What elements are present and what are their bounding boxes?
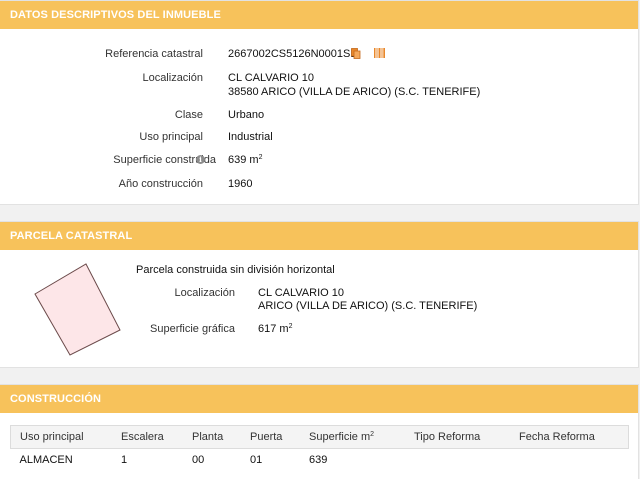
parcela-title: Parcela construida sin división horizont… [136, 264, 335, 276]
copy-icon[interactable] [351, 48, 361, 59]
cell-fecha-reforma [510, 449, 629, 472]
cell-superficie: 639 [309, 454, 328, 466]
col-superficie-unit: 2 [370, 431, 375, 438]
datos-descriptivos-panel: DATOS DESCRIPTIVOS DEL INMUEBLE Referenc… [0, 0, 639, 205]
superficie-construida-number: 639 m [228, 154, 259, 166]
clase-label: Clase [174, 109, 203, 121]
cell-planta: 00 [192, 454, 205, 466]
col-escalera: Escalera [112, 425, 183, 449]
superficie-grafica-label: Superficie gráfica [150, 323, 235, 335]
uso-principal-value: Industrial [228, 131, 273, 143]
construccion-header-row: Uso principal Escalera Planta Puerta Sup… [10, 425, 629, 449]
referencia-label: Referencia catastral [105, 48, 203, 60]
parcela-catastral-header: PARCELA CATASTRAL [0, 222, 638, 250]
barcode-icon[interactable] [374, 48, 385, 58]
table-row: ALMACEN 1 00 01 639 [11, 449, 629, 472]
col-tipo-reforma: Tipo Reforma [405, 425, 510, 449]
construccion-panel: CONSTRUCCIÓN Uso principal Escalera Plan… [0, 384, 639, 479]
superficie-grafica-unit: 2 [288, 323, 293, 330]
superficie-construida-unit: 2 [258, 154, 263, 161]
col-fecha-reforma: Fecha Reforma [510, 425, 629, 449]
cell-tipo-reforma [405, 449, 510, 472]
anio-construccion-label: Año construcción [118, 178, 203, 190]
parcela-localizacion-line1: CL CALVARIO 10 [258, 287, 344, 299]
clase-value: Urbano [228, 109, 265, 121]
localizacion-line1: CL CALVARIO 10 [228, 72, 314, 84]
localizacion-line2: 38580 ARICO (VILLA DE ARICO) (S.C. TENER… [228, 86, 481, 98]
col-uso-principal: Uso principal [10, 425, 112, 449]
anio-construccion-value: 1960 [228, 178, 253, 190]
col-superficie: Superficie m2 [300, 425, 405, 449]
cell-escalera: 1 [121, 454, 128, 466]
cell-puerta: 01 [250, 454, 263, 466]
localizacion-label: Localización [142, 72, 203, 84]
parcela-localizacion-label: Localización [174, 287, 235, 299]
referencia-value: 2667002CS5126N0001SB [228, 48, 358, 60]
construccion-table: Uso principal Escalera Planta Puerta Sup… [10, 425, 629, 471]
col-puerta: Puerta [241, 425, 300, 449]
parcel-shape [34, 263, 121, 356]
col-superficie-text: Superficie m [309, 431, 371, 443]
uso-principal-label: Uso principal [139, 131, 203, 143]
superficie-grafica-value: 617 m2 [258, 323, 292, 335]
parcela-catastral-panel: PARCELA CATASTRAL Parcela construida sin… [0, 221, 639, 368]
superficie-construida-value: 639 m2 [228, 154, 262, 166]
datos-descriptivos-header: DATOS DESCRIPTIVOS DEL INMUEBLE [0, 1, 638, 29]
construccion-header: CONSTRUCCIÓN [0, 385, 638, 413]
col-planta: Planta [183, 425, 241, 449]
superficie-grafica-number: 617 m [258, 323, 289, 335]
info-icon[interactable]: i [196, 155, 205, 164]
cell-uso-principal: ALMACEN [19, 454, 73, 466]
parcel-map[interactable] [30, 259, 130, 359]
parcela-localizacion-line2: ARICO (VILLA DE ARICO) (S.C. TENERIFE) [258, 300, 478, 312]
